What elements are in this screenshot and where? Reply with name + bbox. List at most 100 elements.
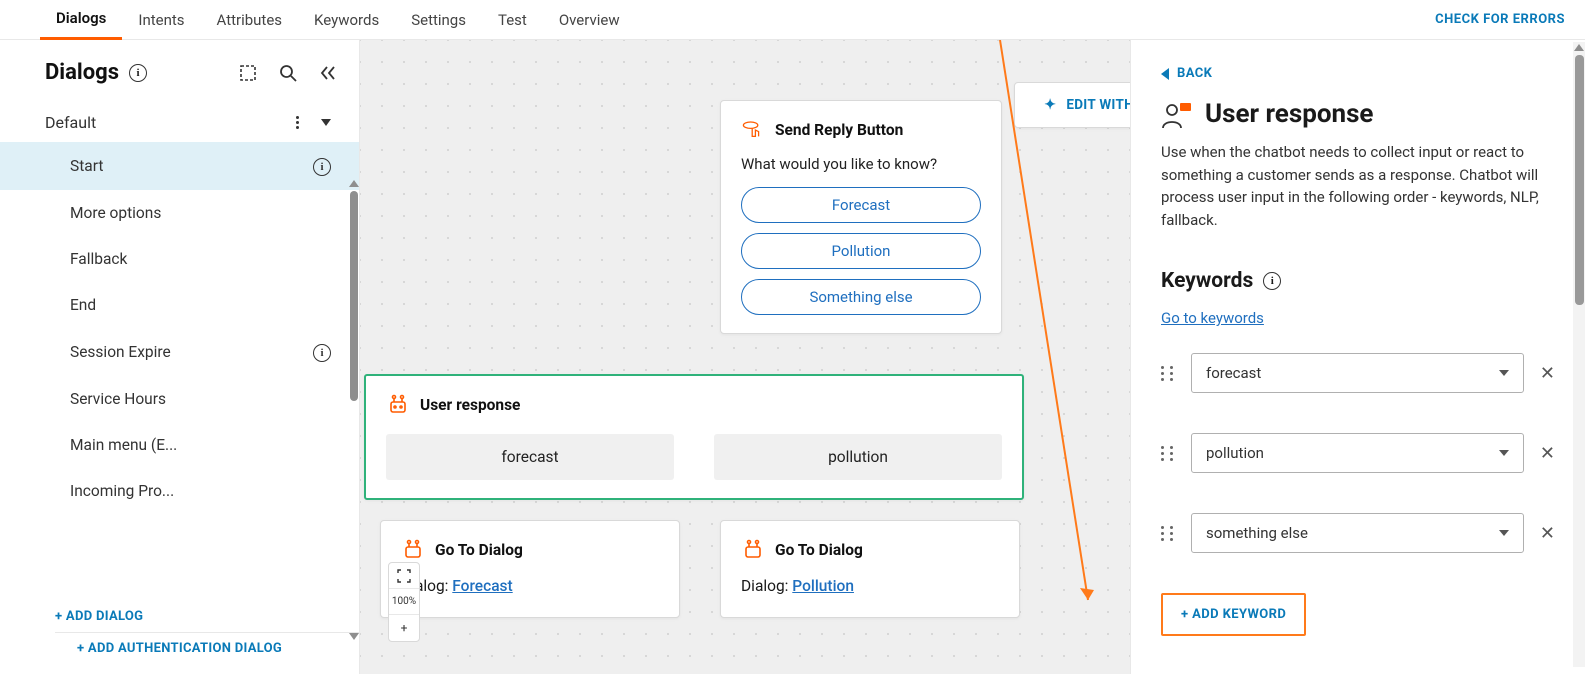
robot-icon bbox=[401, 539, 425, 561]
goto-link-pollution[interactable]: Pollution bbox=[792, 577, 854, 595]
chevron-down-icon bbox=[1499, 450, 1509, 456]
keyword-row-pollution: pollution ✕ bbox=[1161, 433, 1555, 473]
sidebar-item-incoming-pro[interactable]: Incoming Pro... bbox=[0, 468, 359, 514]
sidebar-item-service-hours[interactable]: Service Hours bbox=[0, 376, 359, 422]
sidebar: Dialogs i Default bbox=[0, 40, 360, 674]
info-icon[interactable]: i bbox=[313, 158, 331, 176]
back-button[interactable]: BACK bbox=[1161, 66, 1555, 81]
info-icon[interactable]: i bbox=[1263, 272, 1281, 290]
tab-settings[interactable]: Settings bbox=[395, 1, 482, 39]
goto-keywords-link[interactable]: Go to keywords bbox=[1161, 309, 1264, 327]
goto-dialog-forecast[interactable]: Go To Dialog Dialog: Forecast bbox=[380, 520, 680, 618]
sidebar-title: Dialogs bbox=[45, 60, 119, 85]
sidebar-item-fallback[interactable]: Fallback bbox=[0, 236, 359, 282]
reply-title: Send Reply Button bbox=[775, 121, 903, 139]
check-errors-button[interactable]: CHECK FOR ERRORS bbox=[1435, 12, 1565, 27]
back-arrow-icon bbox=[1161, 68, 1169, 80]
keyword-select-something-else[interactable]: something else bbox=[1191, 513, 1524, 553]
add-dialog-button[interactable]: + ADD DIALOG bbox=[55, 601, 359, 632]
chevron-down-icon bbox=[1499, 530, 1509, 536]
robot-icon bbox=[741, 539, 765, 561]
remove-keyword-button[interactable]: ✕ bbox=[1540, 443, 1555, 464]
zoom-in-button[interactable]: + bbox=[389, 615, 419, 641]
outline-icon[interactable] bbox=[237, 62, 259, 84]
back-label: BACK bbox=[1177, 66, 1212, 81]
keywords-heading: Keywords bbox=[1161, 269, 1253, 293]
response-chip-pollution[interactable]: pollution bbox=[714, 434, 1002, 480]
response-chip-forecast[interactable]: forecast bbox=[386, 434, 674, 480]
goto-label: Dialog: bbox=[741, 577, 792, 595]
sidebar-item-label: End bbox=[70, 296, 96, 314]
keyword-value: pollution bbox=[1206, 444, 1264, 462]
sidebar-item-end[interactable]: End bbox=[0, 282, 359, 328]
tab-overview[interactable]: Overview bbox=[543, 1, 636, 39]
goto-dialog-pollution[interactable]: Go To Dialog Dialog: Pollution bbox=[720, 520, 1020, 618]
reply-option-pollution[interactable]: Pollution bbox=[741, 233, 981, 269]
goto-link-forecast[interactable]: Forecast bbox=[452, 577, 512, 595]
keyword-value: something else bbox=[1206, 524, 1308, 542]
caret-down-icon[interactable] bbox=[321, 119, 331, 126]
sidebar-item-label: Session Expire bbox=[70, 343, 171, 361]
keyword-select-pollution[interactable]: pollution bbox=[1191, 433, 1524, 473]
zoom-fit-button[interactable] bbox=[389, 563, 419, 589]
sidebar-item-label: Fallback bbox=[70, 250, 127, 268]
remove-keyword-button[interactable]: ✕ bbox=[1540, 523, 1555, 544]
edit-copilot-button[interactable]: ✦ EDIT WITH ANSWERS COPILOT bbox=[1014, 82, 1130, 128]
sidebar-item-more-options[interactable]: More options bbox=[0, 190, 359, 236]
robot-icon bbox=[386, 394, 410, 416]
panel-description: Use when the chatbot needs to collect in… bbox=[1161, 141, 1555, 231]
sidebar-item-label: Start bbox=[70, 157, 103, 175]
sidebar-item-session-expire[interactable]: Session Expire i bbox=[0, 328, 359, 376]
detail-panel: BACK User response Use when the chatbot … bbox=[1130, 40, 1585, 674]
send-reply-node[interactable]: Send Reply Button What would you like to… bbox=[720, 100, 1002, 334]
zoom-level[interactable]: 100% bbox=[389, 589, 419, 615]
sidebar-item-main-menu[interactable]: Main menu (E... bbox=[0, 422, 359, 468]
add-keyword-button[interactable]: + ADD KEYWORD bbox=[1161, 593, 1306, 636]
tab-test[interactable]: Test bbox=[482, 1, 543, 39]
goto-title: Go To Dialog bbox=[435, 541, 523, 559]
collapse-icon[interactable] bbox=[317, 62, 339, 84]
tab-keywords[interactable]: Keywords bbox=[298, 1, 395, 39]
keyword-select-forecast[interactable]: forecast bbox=[1191, 353, 1524, 393]
sidebar-scrollbar[interactable] bbox=[349, 180, 359, 680]
sidebar-group-default[interactable]: Default bbox=[0, 103, 359, 142]
zoom-controls: 100% + bbox=[388, 562, 420, 642]
drag-handle-icon[interactable] bbox=[1161, 526, 1175, 541]
info-icon[interactable]: i bbox=[129, 64, 147, 82]
kebab-icon[interactable] bbox=[296, 116, 299, 129]
sidebar-item-label: Incoming Pro... bbox=[70, 482, 174, 500]
drag-handle-icon[interactable] bbox=[1161, 366, 1175, 381]
sidebar-item-label: More options bbox=[70, 204, 161, 222]
tab-dialogs[interactable]: Dialogs bbox=[40, 0, 122, 40]
info-icon[interactable]: i bbox=[313, 344, 331, 362]
tab-intents[interactable]: Intents bbox=[122, 1, 200, 39]
sidebar-item-start[interactable]: Start i bbox=[0, 142, 359, 190]
user-response-title: User response bbox=[420, 396, 520, 414]
goto-title: Go To Dialog bbox=[775, 541, 863, 559]
remove-keyword-button[interactable]: ✕ bbox=[1540, 363, 1555, 384]
add-auth-dialog-button[interactable]: + ADD AUTHENTICATION DIALOG bbox=[55, 633, 359, 664]
drag-handle-icon[interactable] bbox=[1161, 446, 1175, 461]
chevron-down-icon bbox=[1499, 370, 1509, 376]
keyword-row-forecast: forecast ✕ bbox=[1161, 353, 1555, 393]
user-response-icon bbox=[1161, 100, 1189, 128]
dialog-list: Start i More options Fallback End Sessio… bbox=[0, 142, 359, 595]
reply-prompt: What would you like to know? bbox=[741, 155, 981, 173]
keyword-row-something-else: something else ✕ bbox=[1161, 513, 1555, 553]
keyword-value: forecast bbox=[1206, 364, 1261, 382]
top-nav: Dialogs Intents Attributes Keywords Sett… bbox=[0, 0, 1585, 40]
flow-canvas[interactable]: ✦ EDIT WITH ANSWERS COPILOT Send Reply B… bbox=[360, 40, 1130, 674]
sidebar-item-label: Service Hours bbox=[70, 390, 166, 408]
reply-option-forecast[interactable]: Forecast bbox=[741, 187, 981, 223]
search-icon[interactable] bbox=[277, 62, 299, 84]
sparkle-icon: ✦ bbox=[1044, 97, 1056, 113]
tap-icon bbox=[741, 119, 765, 141]
group-label: Default bbox=[45, 113, 96, 132]
tab-attributes[interactable]: Attributes bbox=[201, 1, 299, 39]
sidebar-item-label: Main menu (E... bbox=[70, 436, 177, 454]
copilot-label: EDIT WITH ANSWERS COPILOT bbox=[1066, 97, 1130, 113]
reply-option-something-else[interactable]: Something else bbox=[741, 279, 981, 315]
user-response-node[interactable]: User response forecast pollution bbox=[364, 374, 1024, 500]
page-scrollbar[interactable] bbox=[1573, 42, 1585, 667]
panel-title: User response bbox=[1205, 99, 1373, 129]
